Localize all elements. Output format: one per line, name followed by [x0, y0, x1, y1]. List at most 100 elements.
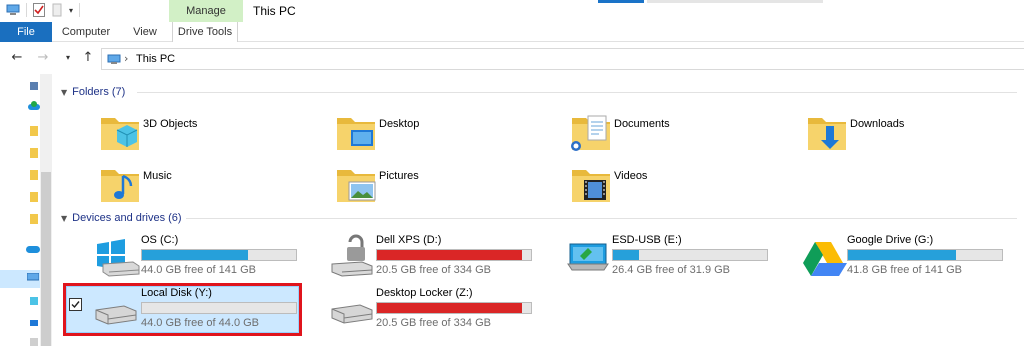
desktop-nav-icon[interactable]	[29, 318, 39, 328]
tab-view[interactable]: View	[128, 22, 162, 42]
address-bar[interactable]: › This PC	[101, 48, 1024, 70]
manage-context-tab[interactable]: Manage	[169, 0, 243, 22]
drive-usage-fill	[848, 250, 956, 260]
hard-drive-icon	[331, 304, 373, 324]
drive-free-space: 20.5 GB free of 334 GB	[376, 317, 491, 329]
folder-name: Documents	[614, 118, 670, 130]
properties-icon[interactable]	[33, 3, 45, 17]
onedrive-cloud-icon[interactable]	[26, 244, 40, 253]
nav-folder-icon[interactable]	[30, 192, 38, 202]
window-title: This PC	[253, 4, 296, 18]
title-accent	[598, 0, 644, 3]
folders-group-header[interactable]: ▼ Folders (7)	[61, 86, 125, 98]
drive-free-space: 41.8 GB free of 141 GB	[847, 264, 962, 276]
folder-desktop[interactable]: Desktop	[333, 108, 553, 158]
downloads-folder-icon	[808, 118, 846, 150]
tab-computer[interactable]: Computer	[60, 22, 112, 42]
desktop-folder-icon	[337, 118, 375, 150]
drive-usage-bar	[612, 249, 768, 261]
selection-checkbox[interactable]	[69, 298, 82, 311]
nav-folder-icon[interactable]	[30, 148, 38, 158]
tab-file[interactable]: File	[0, 22, 52, 42]
title-bar: ▾ Manage This PC	[0, 0, 1024, 22]
collapse-chevron-icon[interactable]: ▼	[61, 88, 67, 97]
up-arrow-icon[interactable]: ↑	[80, 50, 96, 66]
collapse-chevron-icon[interactable]: ▼	[61, 214, 67, 223]
drive-desktop-locker-z[interactable]: Desktop Locker (Z:) 20.5 GB free of 334 …	[328, 287, 553, 335]
folder-downloads[interactable]: Downloads	[804, 108, 1024, 158]
drive-usage-bar	[141, 302, 297, 314]
quick-access-toolbar: ▾	[6, 3, 81, 17]
checkmark-icon	[71, 301, 80, 309]
breadcrumb-this-pc[interactable]: This PC	[136, 53, 175, 65]
folder-name: Desktop	[379, 118, 420, 130]
drive-usage-fill	[377, 303, 522, 313]
documents-folder-icon	[571, 115, 610, 151]
folder-name: Downloads	[850, 118, 905, 130]
drive-name: Google Drive (G:)	[847, 234, 934, 246]
this-pc-icon	[6, 4, 20, 15]
drive-dell-xps-d[interactable]: Dell XPS (D:) 20.5 GB free of 334 GB	[328, 234, 553, 282]
drive-name: ESD-USB (E:)	[612, 234, 682, 246]
windows-drive-icon	[97, 239, 140, 277]
drive-free-space: 20.5 GB free of 334 GB	[376, 264, 491, 276]
drive-usage-fill	[613, 250, 640, 260]
nav-scrollbar-thumb[interactable]	[41, 172, 51, 346]
drive-usage-bar	[847, 249, 1003, 261]
navigation-pane	[0, 74, 52, 346]
customize-toolbar-icon[interactable]: ▾	[69, 6, 73, 15]
folder-3d-objects[interactable]: 3D Objects	[97, 108, 317, 158]
tab-drive-tools[interactable]: Drive Tools	[172, 22, 238, 42]
navigation-bar: ← → ▾ ↑ › This PC	[0, 46, 1024, 72]
drive-usage-bar	[141, 249, 297, 261]
back-arrow-icon[interactable]: ←	[9, 50, 25, 66]
devices-group-header[interactable]: ▼ Devices and drives (6)	[61, 212, 182, 224]
recent-locations-chevron-icon[interactable]: ▾	[60, 50, 76, 66]
3d-objects-folder-icon	[101, 118, 139, 150]
drive-name: Desktop Locker (Z:)	[376, 287, 473, 299]
nav-folder-icon[interactable]	[30, 214, 38, 224]
drive-esd-usb-e[interactable]: ESD-USB (E:) 26.4 GB free of 31.9 GB	[564, 234, 789, 282]
this-pc-icon[interactable]	[27, 273, 39, 283]
ribbon-tabs: File Computer View Drive Tools	[0, 22, 1024, 42]
drive-usage-bar	[376, 249, 532, 261]
nav-folder-icon[interactable]	[30, 126, 38, 136]
folder-pictures[interactable]: Pictures	[333, 160, 553, 210]
3d-objects-nav-icon[interactable]	[29, 296, 39, 306]
folder-music[interactable]: Music	[97, 160, 317, 210]
folder-videos[interactable]: Videos	[568, 160, 788, 210]
nav-item-icon[interactable]	[30, 338, 38, 346]
videos-folder-icon	[572, 170, 610, 202]
drive-name: Local Disk (Y:)	[141, 287, 212, 299]
new-folder-icon[interactable]	[51, 3, 63, 17]
usb-drive-icon	[567, 243, 609, 271]
drive-free-space: 26.4 GB free of 31.9 GB	[612, 264, 731, 276]
breadcrumb-chevron-icon[interactable]: ›	[124, 52, 128, 65]
hard-drive-icon	[95, 305, 137, 325]
group-divider	[186, 218, 1017, 219]
folder-documents[interactable]: Documents	[568, 108, 788, 158]
drive-local-disk-y[interactable]: Local Disk (Y:) 44.0 GB free of 44.0 GB	[63, 283, 302, 336]
drive-name: Dell XPS (D:)	[376, 234, 442, 246]
quick-access-icon[interactable]	[29, 81, 39, 91]
this-pc-icon	[107, 54, 121, 64]
separator	[79, 3, 81, 17]
drive-free-space: 44.0 GB free of 141 GB	[141, 264, 256, 276]
drive-free-space: 44.0 GB free of 44.0 GB	[141, 317, 260, 329]
onedrive-icon[interactable]	[28, 101, 40, 111]
drive-google-drive-g[interactable]: Google Drive (G:) 41.8 GB free of 141 GB	[799, 234, 1024, 282]
nav-folder-icon[interactable]	[30, 170, 38, 180]
forward-arrow-icon[interactable]: →	[35, 50, 51, 66]
devices-header-label: Devices and drives (6)	[72, 212, 182, 224]
group-divider	[137, 92, 1017, 93]
content-pane: ▼ Folders (7) 3D Objects Desktop Documen…	[53, 74, 1024, 346]
drive-usage-bar	[376, 302, 532, 314]
drive-usage-fill	[142, 250, 249, 260]
folders-header-label: Folders (7)	[72, 86, 126, 98]
drive-os-c[interactable]: OS (C:) 44.0 GB free of 141 GB	[93, 234, 318, 282]
folder-name: 3D Objects	[143, 118, 198, 130]
pictures-folder-icon	[337, 170, 376, 202]
drive-usage-fill	[377, 250, 522, 260]
folder-name: Pictures	[379, 170, 419, 182]
title-strip	[647, 0, 823, 3]
